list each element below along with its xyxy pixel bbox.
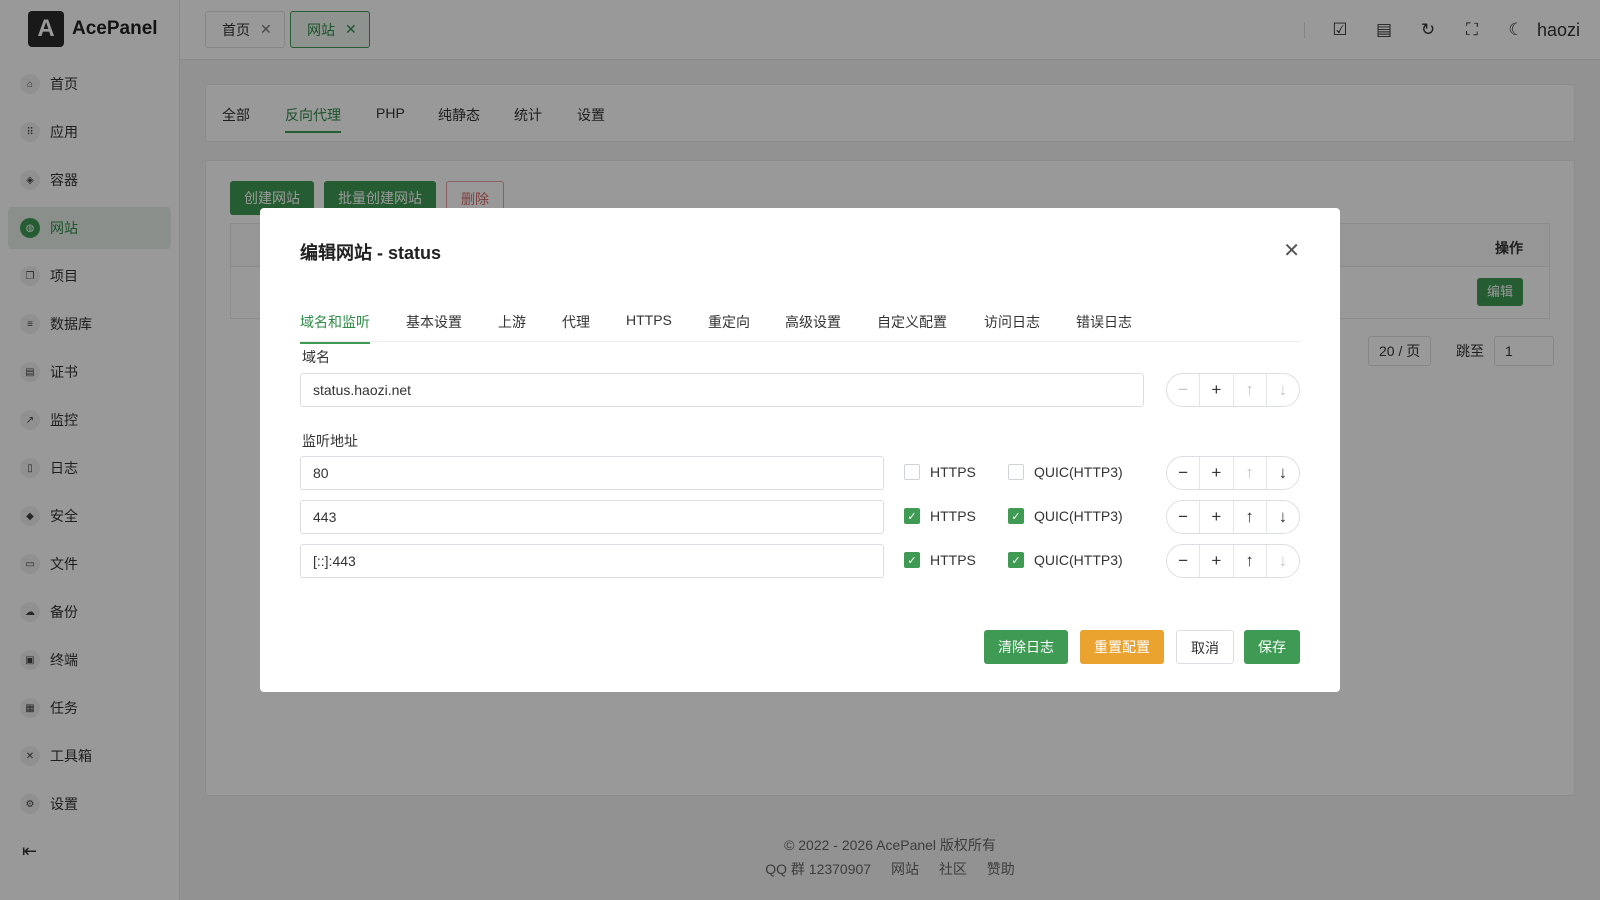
tab-proxy[interactable]: 代理 (562, 312, 590, 332)
checkbox-icon[interactable] (904, 464, 920, 480)
move-up-icon[interactable]: ↑ (1232, 457, 1266, 489)
quic-checkbox-label: QUIC(HTTP3) (1034, 464, 1123, 480)
remove-icon[interactable]: − (1167, 457, 1199, 489)
cancel-button[interactable]: 取消 (1176, 630, 1234, 664)
move-up-icon[interactable]: ↑ (1232, 545, 1266, 577)
tab-basic-settings[interactable]: 基本设置 (406, 312, 462, 332)
remove-icon[interactable]: − (1167, 545, 1199, 577)
checkbox-checked-icon[interactable]: ✓ (904, 508, 920, 524)
move-down-icon[interactable]: ↓ (1265, 374, 1299, 406)
listen-address-input[interactable]: 80 (300, 456, 884, 490)
tab-error-log[interactable]: 错误日志 (1076, 312, 1132, 332)
add-icon[interactable]: + (1199, 457, 1232, 489)
listen-label: 监听地址 (302, 433, 358, 449)
add-icon[interactable]: + (1199, 374, 1232, 406)
checkbox-checked-icon[interactable]: ✓ (1008, 552, 1024, 568)
quic-checkbox[interactable]: ✓ QUIC(HTTP3) (1008, 508, 1123, 524)
remove-icon[interactable]: − (1167, 501, 1199, 533)
dialog-title: 编辑网站 - status (300, 243, 442, 263)
checkbox-checked-icon[interactable]: ✓ (1008, 508, 1024, 524)
domain-label: 域名 (302, 349, 330, 365)
https-checkbox-label: HTTPS (930, 464, 976, 480)
dialog-tabs: 域名和监听 基本设置 上游 代理 HTTPS 重定向 高级设置 自定义配置 访问… (300, 300, 1300, 344)
https-checkbox[interactable]: HTTPS (904, 464, 976, 480)
tab-redirect[interactable]: 重定向 (708, 312, 750, 332)
quic-checkbox-label: QUIC(HTTP3) (1034, 508, 1123, 524)
quic-checkbox[interactable]: QUIC(HTTP3) (1008, 464, 1123, 480)
https-checkbox-label: HTTPS (930, 508, 976, 524)
quic-checkbox[interactable]: ✓ QUIC(HTTP3) (1008, 552, 1123, 568)
listen-address-input[interactable]: 443 (300, 500, 884, 534)
tab-custom-config[interactable]: 自定义配置 (877, 312, 947, 332)
quic-checkbox-label: QUIC(HTTP3) (1034, 552, 1123, 568)
listen-row-controls: − + ↑ ↓ (1166, 456, 1300, 490)
checkbox-icon[interactable] (1008, 464, 1024, 480)
move-up-icon[interactable]: ↑ (1232, 374, 1266, 406)
remove-icon[interactable]: − (1167, 374, 1199, 406)
move-down-icon[interactable]: ↓ (1265, 457, 1299, 489)
move-down-icon[interactable]: ↓ (1265, 545, 1299, 577)
listen-row-controls: − + ↑ ↓ (1166, 500, 1300, 534)
tab-access-log[interactable]: 访问日志 (984, 312, 1040, 332)
checkbox-checked-icon[interactable]: ✓ (904, 552, 920, 568)
listen-address-input[interactable]: [::]:443 (300, 544, 884, 578)
close-icon[interactable]: ✕ (1283, 238, 1300, 263)
edit-website-dialog: 编辑网站 - status ✕ 域名和监听 基本设置 上游 代理 HTTPS 重… (260, 208, 1340, 692)
https-checkbox[interactable]: ✓ HTTPS (904, 508, 976, 524)
listen-row-controls: − + ↑ ↓ (1166, 544, 1300, 578)
tab-domain-listen[interactable]: 域名和监听 (300, 312, 370, 344)
domain-input[interactable]: status.haozi.net (300, 373, 1144, 407)
add-icon[interactable]: + (1199, 501, 1232, 533)
https-checkbox[interactable]: ✓ HTTPS (904, 552, 976, 568)
save-button[interactable]: 保存 (1244, 630, 1300, 664)
tab-upstream[interactable]: 上游 (498, 312, 526, 332)
add-icon[interactable]: + (1199, 545, 1232, 577)
tab-advanced[interactable]: 高级设置 (785, 312, 841, 332)
move-up-icon[interactable]: ↑ (1232, 501, 1266, 533)
tab-https[interactable]: HTTPS (626, 312, 672, 328)
clear-log-button[interactable]: 清除日志 (984, 630, 1068, 664)
https-checkbox-label: HTTPS (930, 552, 976, 568)
domain-row-controls: − + ↑ ↓ (1166, 373, 1300, 407)
reset-config-button[interactable]: 重置配置 (1080, 630, 1164, 664)
move-down-icon[interactable]: ↓ (1265, 501, 1299, 533)
